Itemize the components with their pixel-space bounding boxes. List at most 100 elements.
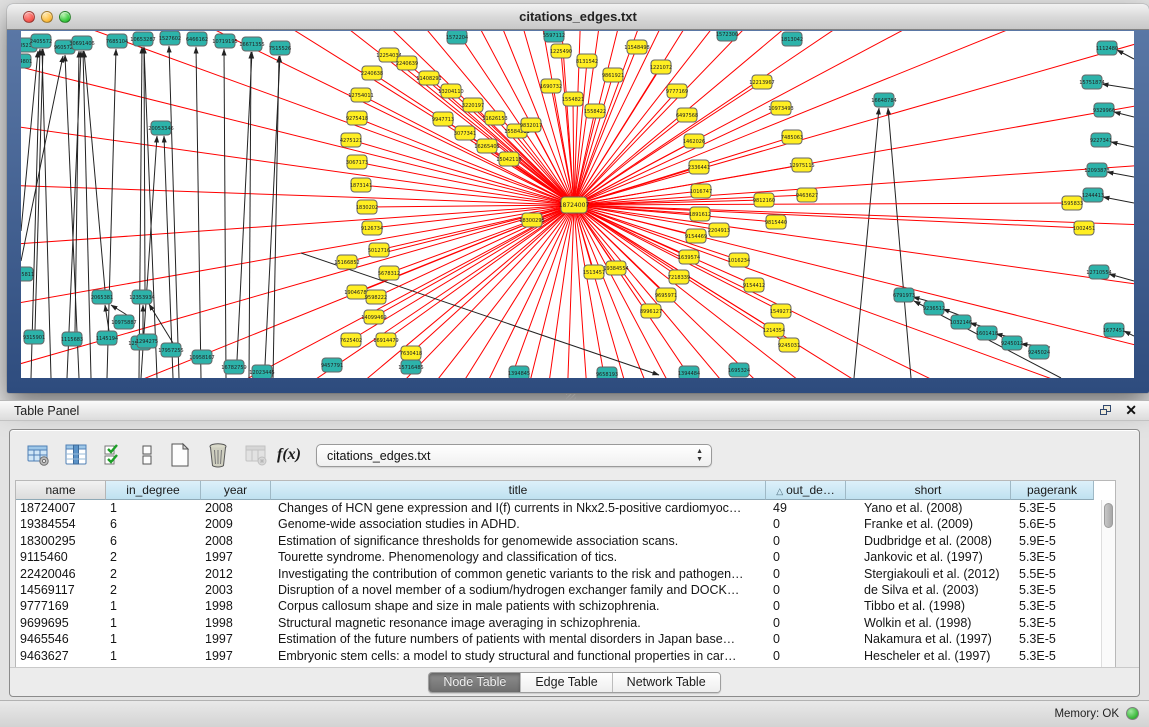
teal-node-2264801[interactable]: 2264801 bbox=[21, 54, 32, 68]
cell-short[interactable]: Hescheler et al. (1997) bbox=[846, 648, 1011, 664]
cell-pagerank[interactable]: 5.5E-5 bbox=[1011, 566, 1094, 582]
teal-node-9329966[interactable]: 9329966 bbox=[1093, 103, 1115, 117]
yellow-node-8996127[interactable]: 8996127 bbox=[640, 304, 662, 318]
cell-short[interactable]: Yano et al. (2008) bbox=[846, 500, 1011, 516]
cell-name[interactable]: 9465546 bbox=[16, 631, 106, 647]
teal-node-12353934[interactable]: 12353934 bbox=[129, 290, 154, 304]
cell-in_degree[interactable]: 1 bbox=[106, 598, 201, 614]
cell-title[interactable]: Investigating the contribution of common… bbox=[271, 566, 766, 582]
cell-pagerank[interactable]: 5.3E-5 bbox=[1011, 598, 1094, 614]
yellow-node-9695971[interactable]: 9695971 bbox=[655, 288, 677, 302]
teal-node-1813042[interactable]: 1813042 bbox=[781, 32, 803, 46]
cell-pagerank[interactable]: 5.3E-5 bbox=[1011, 582, 1094, 598]
cell-pagerank[interactable]: 5.3E-5 bbox=[1011, 615, 1094, 631]
cell-name[interactable]: 9699695 bbox=[16, 615, 106, 631]
cell-pagerank[interactable]: 5.3E-5 bbox=[1011, 648, 1094, 664]
cell-name[interactable]: 22420046 bbox=[16, 566, 106, 582]
teal-node-9236512[interactable]: 9236512 bbox=[923, 301, 945, 315]
cell-out_de[interactable]: 0 bbox=[766, 549, 846, 565]
yellow-node-9777169[interactable]: 9777169 bbox=[666, 84, 688, 98]
cell-out_de[interactable]: 0 bbox=[766, 615, 846, 631]
delete-columns-icon[interactable] bbox=[204, 441, 232, 469]
tab-network-table[interactable]: Network Table bbox=[613, 673, 720, 692]
teal-node-7685104[interactable]: 7685104 bbox=[106, 34, 128, 48]
cell-short[interactable]: Franke et al. (2009) bbox=[846, 516, 1011, 532]
yellow-node-1549271[interactable]: 1549271 bbox=[770, 304, 792, 318]
cell-pagerank[interactable]: 5.3E-5 bbox=[1011, 631, 1094, 647]
teal-node-1112480[interactable]: 1112480 bbox=[1096, 41, 1118, 55]
table-row[interactable]: 911546021997Tourette syndrome. Phenomeno… bbox=[16, 549, 1101, 565]
yellow-node-7625402[interactable]: 7625402 bbox=[340, 333, 362, 347]
yellow-node-2240639[interactable]: 2240639 bbox=[396, 56, 418, 70]
cell-out_de[interactable]: 0 bbox=[766, 598, 846, 614]
table-row[interactable]: 969969511998Structural magnetic resonanc… bbox=[16, 615, 1101, 631]
teal-node-1677451[interactable]: 1677451 bbox=[1103, 323, 1125, 337]
teal-node-9658193[interactable]: 9658193 bbox=[596, 367, 618, 378]
yellow-node-10973493[interactable]: 10973493 bbox=[768, 101, 793, 115]
yellow-node-8131542[interactable]: 8131542 bbox=[576, 54, 598, 68]
cell-year[interactable]: 1997 bbox=[201, 648, 271, 664]
teal-node-1145194[interactable]: 1145194 bbox=[96, 331, 118, 345]
yellow-node-9126734[interactable]: 9126734 bbox=[361, 221, 383, 235]
cell-year[interactable]: 1998 bbox=[201, 615, 271, 631]
yellow-node-11548498[interactable]: 11548498 bbox=[624, 40, 649, 54]
yellow-node-1891612[interactable]: 1891612 bbox=[689, 207, 711, 221]
column-header-short[interactable]: short bbox=[846, 481, 1011, 500]
yellow-node-3220197[interactable]: 3220197 bbox=[462, 98, 484, 112]
cell-name[interactable]: 18300295 bbox=[16, 533, 106, 549]
teal-node-9227341[interactable]: 9227341 bbox=[1090, 133, 1112, 147]
yellow-node-12754011[interactable]: 12754011 bbox=[348, 88, 373, 102]
yellow-node-11408291[interactable]: 11408291 bbox=[416, 71, 441, 85]
teal-node-9457791[interactable]: 9457791 bbox=[321, 358, 343, 372]
yellow-node-1214354[interactable]: 1214354 bbox=[763, 323, 785, 337]
teal-node-6466162[interactable]: 6466162 bbox=[186, 32, 208, 46]
cell-out_de[interactable]: 0 bbox=[766, 631, 846, 647]
cell-out_de[interactable]: 0 bbox=[766, 533, 846, 549]
yellow-node-1639574[interactable]: 1639574 bbox=[678, 250, 700, 264]
tab-edge-table[interactable]: Edge Table bbox=[521, 673, 612, 692]
yellow-node-7630418[interactable]: 7630418 bbox=[400, 346, 422, 360]
cell-year[interactable]: 1997 bbox=[201, 549, 271, 565]
column-header-name[interactable]: name bbox=[16, 481, 106, 500]
teal-node-15751874[interactable]: 15751874 bbox=[1079, 75, 1104, 89]
cell-title[interactable]: Corpus callosum shape and size in male p… bbox=[271, 598, 766, 614]
cell-title[interactable]: Genome-wide association studies in ADHD. bbox=[271, 516, 766, 532]
yellow-node-1595833[interactable]: 1595833 bbox=[1061, 196, 1083, 210]
cell-in_degree[interactable]: 1 bbox=[106, 631, 201, 647]
column-header-out_de[interactable]: △out_de… bbox=[766, 481, 846, 500]
yellow-node-9832017[interactable]: 9832017 bbox=[520, 118, 542, 132]
column-header-year[interactable]: year bbox=[201, 481, 271, 500]
yellow-node-9861921[interactable]: 9861921 bbox=[602, 68, 624, 82]
window-titlebar[interactable]: citations_edges.txt bbox=[7, 4, 1149, 30]
cell-year[interactable]: 1998 bbox=[201, 598, 271, 614]
cell-year[interactable]: 2008 bbox=[201, 533, 271, 549]
yellow-node-1554821[interactable]: 1554821 bbox=[562, 92, 584, 106]
column-header-title[interactable]: title bbox=[271, 481, 766, 500]
cell-title[interactable]: Estimation of significance thresholds fo… bbox=[271, 533, 766, 549]
yellow-node-9154412[interactable]: 9154412 bbox=[743, 278, 765, 292]
cell-short[interactable]: de Silva et al. (2003) bbox=[846, 582, 1011, 598]
yellow-node-9463627[interactable]: 9463627 bbox=[796, 188, 818, 202]
yellow-node-3077341[interactable]: 3077341 bbox=[454, 126, 476, 140]
teal-node-9315901[interactable]: 9315901 bbox=[23, 330, 45, 344]
vertical-scrollbar[interactable] bbox=[1101, 500, 1115, 667]
cell-in_degree[interactable]: 6 bbox=[106, 516, 201, 532]
cell-title[interactable]: Tourette syndrome. Phenomenology and cla… bbox=[271, 549, 766, 565]
teal-node-9245012[interactable]: 9245012 bbox=[1001, 336, 1023, 350]
table-row[interactable]: 1456911722003Disruption of a novel membe… bbox=[16, 582, 1101, 598]
teal-node-1115683[interactable]: 1115683 bbox=[61, 332, 83, 346]
teal-node-1394484[interactable]: 1394484 bbox=[678, 366, 700, 378]
row-height-icon[interactable] bbox=[138, 441, 156, 469]
cell-name[interactable]: 9115460 bbox=[16, 549, 106, 565]
teal-node-6791973[interactable]: 6791973 bbox=[893, 288, 915, 302]
teal-node-1695324[interactable]: 1695324 bbox=[728, 363, 750, 377]
teal-node-1294275[interactable]: 1294275 bbox=[136, 334, 158, 348]
table-row[interactable]: 1830029562008Estimation of significance … bbox=[16, 533, 1101, 549]
teal-node-16648784[interactable]: 16648784 bbox=[871, 93, 896, 107]
table-row[interactable]: 1872400712008Changes of HCN gene express… bbox=[16, 500, 1101, 516]
cell-pagerank[interactable]: 5.6E-5 bbox=[1011, 516, 1094, 532]
table-row[interactable]: 1938455462009Genome-wide association stu… bbox=[16, 516, 1101, 532]
teal-node-7515526[interactable]: 7515526 bbox=[269, 41, 291, 55]
cell-in_degree[interactable]: 6 bbox=[106, 533, 201, 549]
yellow-node-9598222[interactable]: 9598222 bbox=[365, 290, 387, 304]
